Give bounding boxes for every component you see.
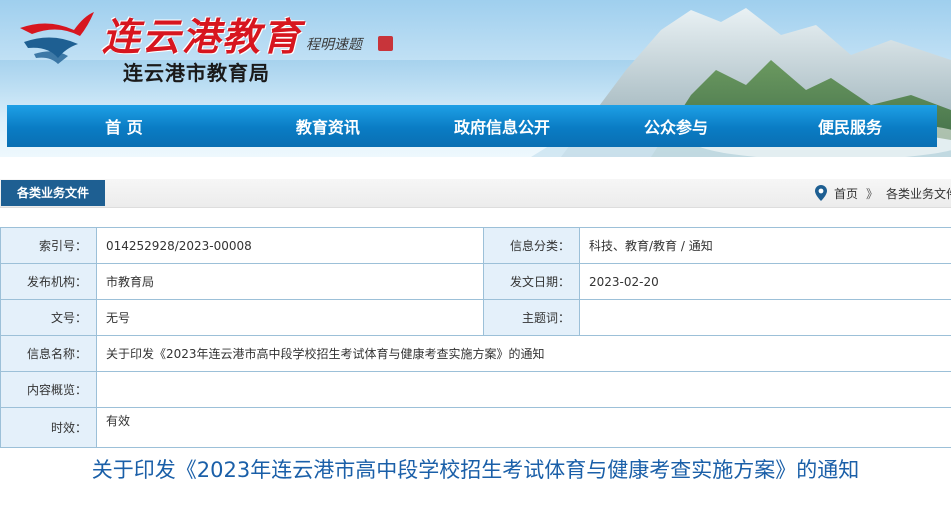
swallow-logo-icon	[20, 12, 94, 64]
index-value: 014252928/2023-00008	[96, 227, 484, 264]
nav-item-education-news[interactable]: 教育资讯	[241, 114, 415, 138]
publisher-label: 发布机构：	[0, 263, 97, 300]
document-info-table: 索引号： 014252928/2023-00008 信息分类： 科技、教育/教育…	[0, 227, 951, 448]
section-tag: 各类业务文件	[1, 180, 105, 206]
nav-item-home[interactable]: 首 页	[7, 114, 241, 138]
header-banner: 连云港教育 程明速题 连云港市教育局 首 页 教育资讯 政府信息公开 公众参与 …	[0, 0, 951, 157]
date-value: 2023-02-20	[579, 263, 951, 300]
doc-number-label: 文号：	[0, 299, 97, 336]
summary-label: 内容概览：	[0, 371, 97, 408]
article-title: 关于印发《2023年连云港市高中段学校招生考试体育与健康考查实施方案》的通知	[91, 458, 860, 482]
breadcrumb: 首页 》 各类业务文件	[815, 179, 951, 207]
table-row: 文号： 无号 主题词：	[0, 299, 951, 336]
validity-label: 时效：	[0, 407, 97, 448]
table-row: 索引号： 014252928/2023-00008 信息分类： 科技、教育/教育…	[0, 227, 951, 264]
table-row: 发布机构： 市教育局 发文日期： 2023-02-20	[0, 263, 951, 300]
subject-value	[579, 299, 951, 336]
summary-value	[96, 371, 951, 408]
validity-value: 有效	[96, 407, 951, 448]
index-label: 索引号：	[0, 227, 97, 264]
main-nav: 首 页 教育资讯 政府信息公开 公众参与 便民服务	[7, 105, 937, 147]
category-label: 信息分类：	[483, 227, 580, 264]
table-row: 信息名称： 关于印发《2023年连云港市高中段学校招生考试体育与健康考查实施方案…	[0, 335, 951, 372]
breadcrumb-bar	[0, 179, 951, 208]
info-name-value: 关于印发《2023年连云港市高中段学校招生考试体育与健康考查实施方案》的通知	[96, 335, 951, 372]
table-row: 时效： 有效	[0, 407, 951, 448]
category-value: 科技、教育/教育 / 通知	[579, 227, 951, 264]
nav-item-public-participation[interactable]: 公众参与	[589, 114, 763, 138]
breadcrumb-separator: 》	[866, 186, 879, 201]
site-signature: 程明速题	[306, 37, 362, 53]
date-label: 发文日期：	[483, 263, 580, 300]
publisher-value: 市教育局	[96, 263, 484, 300]
nav-item-convenience-services[interactable]: 便民服务	[763, 114, 937, 138]
table-row: 内容概览：	[0, 371, 951, 408]
nav-item-government-info[interactable]: 政府信息公开	[415, 114, 589, 138]
info-name-label: 信息名称：	[0, 335, 97, 372]
location-pin-icon	[815, 185, 827, 201]
seal-stamp-icon	[378, 36, 393, 51]
bureau-name: 连云港市教育局	[123, 61, 270, 85]
breadcrumb-current-link[interactable]: 各类业务文件	[886, 185, 951, 202]
breadcrumb-home-link[interactable]: 首页	[834, 185, 858, 202]
site-title: 连云港教育	[102, 14, 303, 59]
subject-label: 主题词：	[483, 299, 580, 336]
doc-number-value: 无号	[96, 299, 484, 336]
